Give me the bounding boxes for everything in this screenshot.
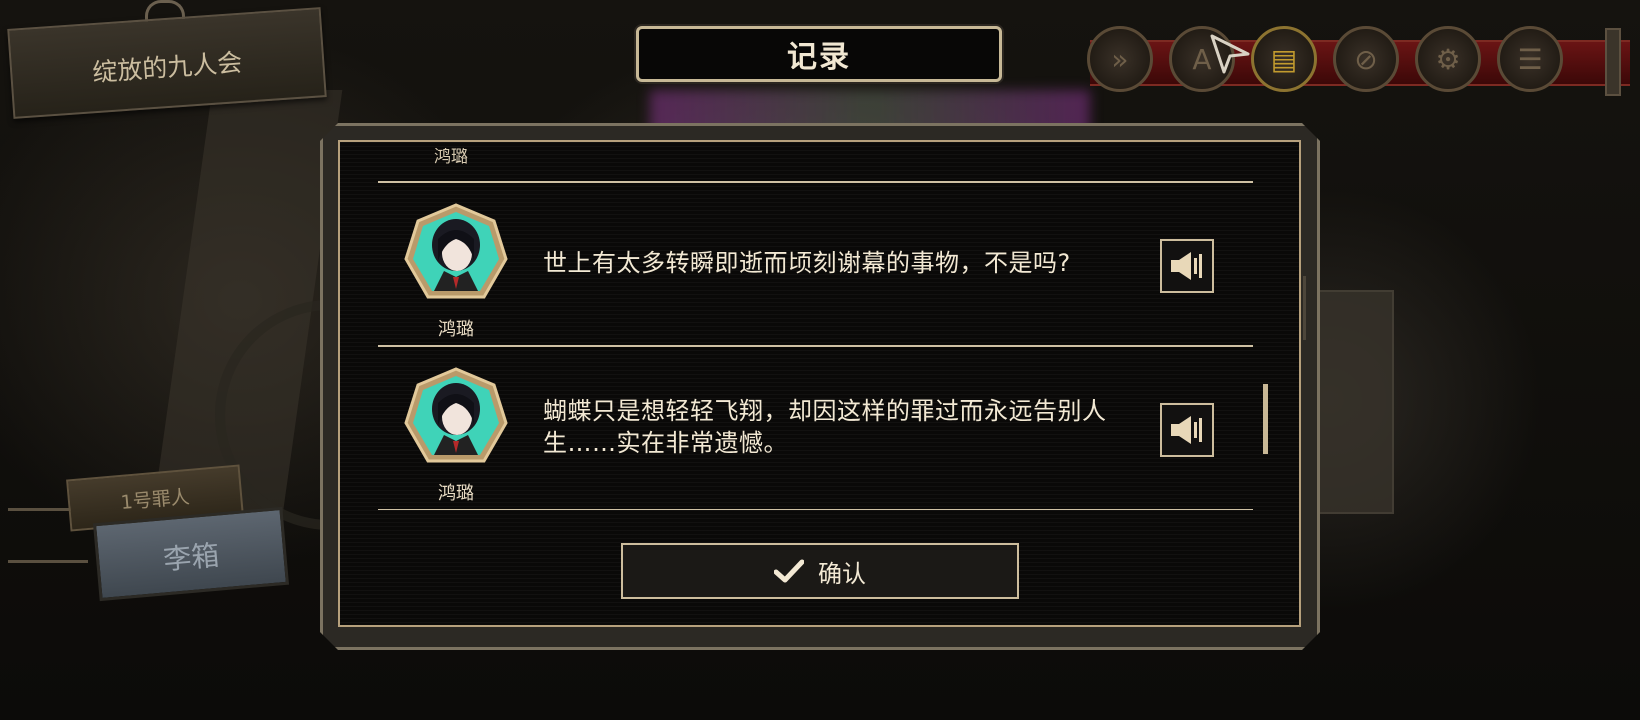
toolbar-end-cap <box>1605 28 1621 96</box>
log-entry: 鸿璐 蝴蝶只是想轻轻飞翔，却因这样的罪过而永远告别人生……实在非常遗憾。 <box>378 347 1253 507</box>
log-scrollbar-thumb[interactable] <box>1263 384 1268 454</box>
cursor-icon <box>1210 34 1250 74</box>
voice-replay-button[interactable] <box>1160 239 1214 293</box>
log-entry: 鸿璐 世上有太多转瞬即逝而顷刻谢幕的事物，不是吗? <box>378 183 1253 343</box>
hide-ui-button[interactable]: ⊘ <box>1333 26 1399 92</box>
entry-text: 世上有太多转瞬即逝而顷刻谢幕的事物，不是吗? <box>543 249 1071 277</box>
checkmark-icon <box>774 559 804 583</box>
gear-icon: ⚙ <box>1435 42 1461 76</box>
chapter-title: 绽放的九人会 <box>91 47 244 88</box>
voice-replay-button[interactable] <box>1160 403 1214 457</box>
entry-speaker-name: 鸿璐 <box>438 483 474 504</box>
log-list[interactable]: 鸿璐 鸿璐 世上有太多转瞬即逝而顷刻谢幕的事物，不是吗? 鸿璐 蝴蝶只是想轻轻飞… <box>378 148 1253 510</box>
character-name-plate: 李箱 <box>92 506 290 602</box>
entry-speaker-name: 鸿璐 <box>438 319 474 340</box>
confirm-label: 确认 <box>818 559 866 588</box>
speaker-avatar <box>404 203 508 299</box>
entry-speaker-name: 鸿璐 <box>434 148 468 167</box>
speaker-avatar <box>404 367 508 463</box>
tag-chain <box>8 560 88 563</box>
speaker-icon <box>1171 416 1202 444</box>
fast-forward-icon: » <box>1111 42 1129 76</box>
log-button[interactable]: ▤ <box>1251 26 1317 92</box>
settings-button[interactable]: ⚙ <box>1415 26 1481 92</box>
speaker-icon <box>1171 252 1202 280</box>
log-title: 记录 <box>636 26 1002 82</box>
eye-off-icon: ⊘ <box>1354 42 1378 76</box>
menu-button[interactable]: ☰ <box>1497 26 1563 92</box>
background-door-panel <box>1315 290 1394 514</box>
menu-icon: ☰ <box>1517 42 1543 76</box>
panel-side-mark <box>1303 276 1306 340</box>
fast-forward-button[interactable]: » <box>1087 26 1153 92</box>
character-name: 李箱 <box>161 538 221 577</box>
log-icon: ▤ <box>1270 42 1298 76</box>
confirm-button[interactable]: 确认 <box>621 543 1019 599</box>
entry-divider <box>378 509 1253 510</box>
entry-text: 蝴蝶只是想轻轻飞翔，却因这样的罪过而永远告别人生……实在非常遗憾。 <box>543 397 1107 457</box>
